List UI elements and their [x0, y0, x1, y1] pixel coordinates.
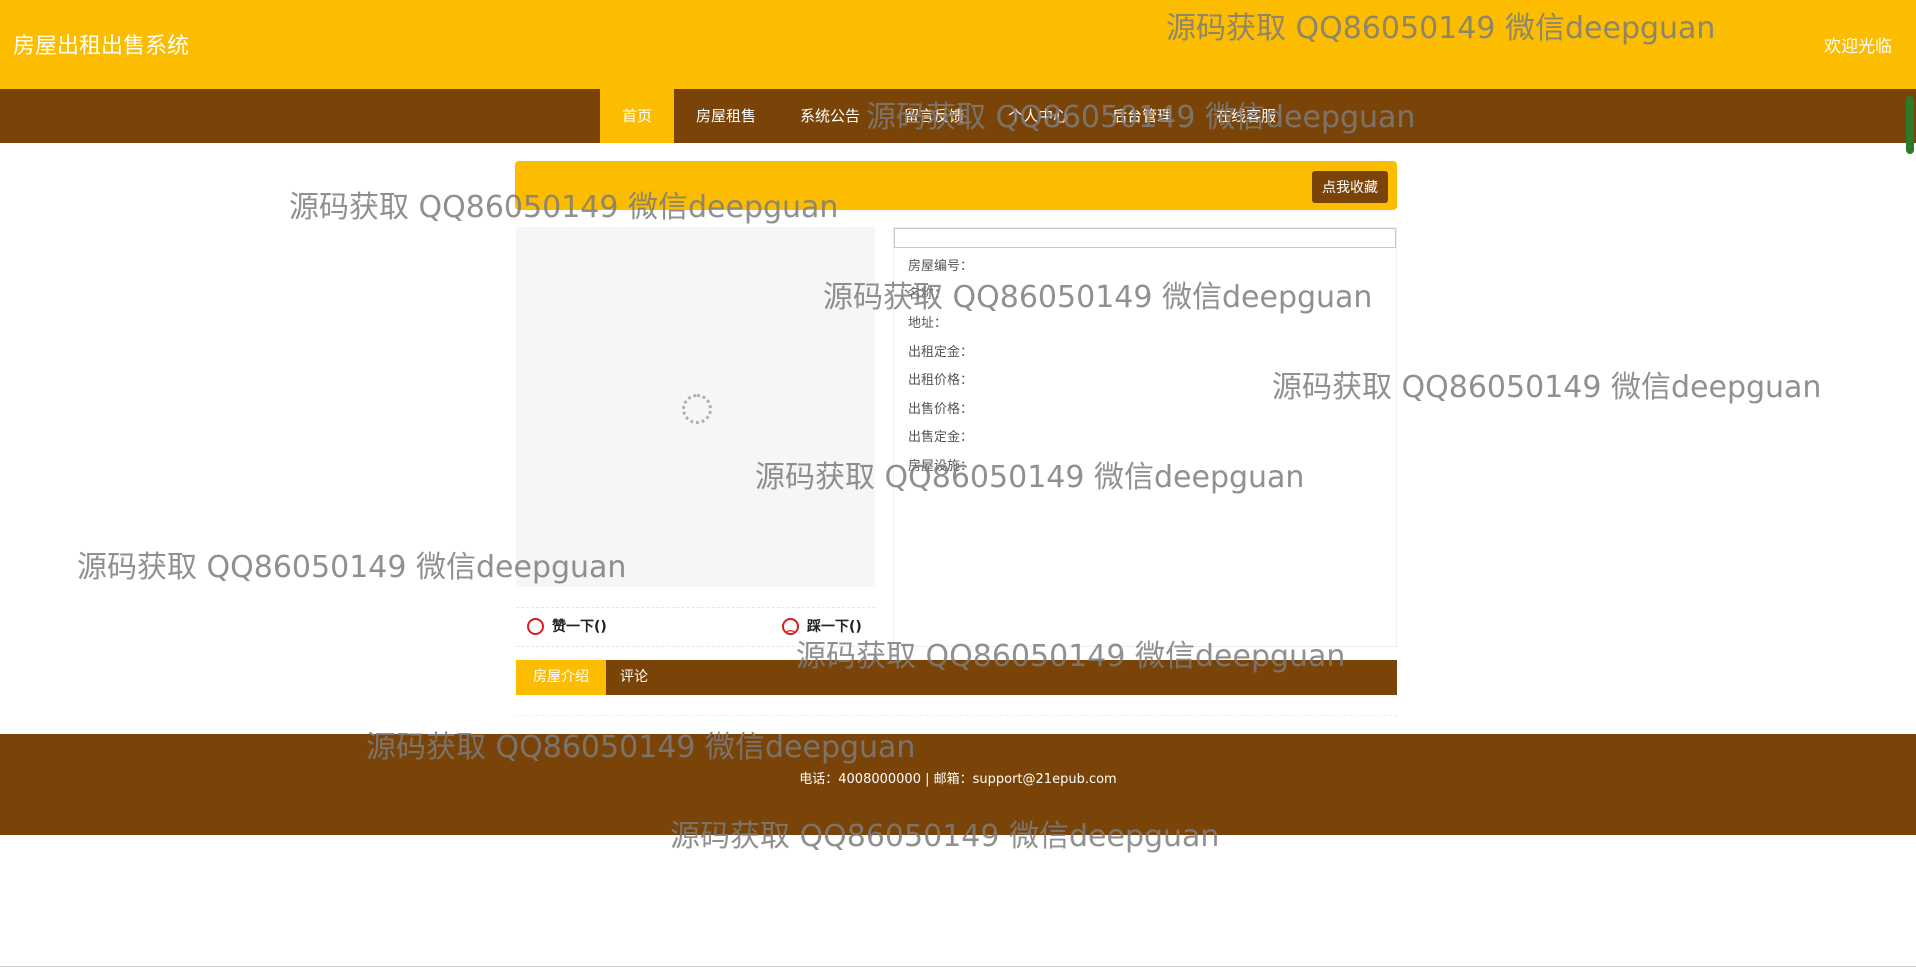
nav-item-user-center[interactable]: 个人中心: [986, 89, 1090, 143]
field-facilities: 房屋设施：: [908, 459, 974, 474]
footer: 电话：4008000000 | 邮箱：support@21epub.com: [0, 734, 1916, 835]
house-info-panel: 房屋编号： 名称： 地址： 出租定金： 出租价格： 出售价格： 出售定金： 房屋…: [893, 227, 1397, 647]
detail-header-bar: 点我收藏: [515, 161, 1397, 210]
info-title-box: [894, 228, 1396, 248]
field-sale-deposit: 出售定金：: [908, 430, 974, 445]
field-house-number: 房屋编号：: [908, 259, 974, 274]
dislike-label: 踩一下(): [807, 619, 862, 635]
nav-item-house-rental-sale[interactable]: 房屋租售: [674, 89, 778, 143]
field-sale-price: 出售价格：: [908, 402, 974, 417]
main-navbar: 首页 房屋租售 系统公告 留言反馈 个人中心 后台管理 在线客服: [0, 89, 1916, 143]
tab-house-intro[interactable]: 房屋介绍: [516, 660, 606, 695]
like-label: 赞一下(): [552, 619, 607, 635]
welcome-text: 欢迎光临: [1824, 37, 1892, 57]
frown-icon: ︵: [782, 617, 799, 635]
nav-item-online-service[interactable]: 在线客服: [1194, 89, 1298, 143]
smile-icon: ‿: [527, 617, 544, 635]
nav-menu: 首页 房屋租售 系统公告 留言反馈 个人中心 后台管理 在线客服: [600, 89, 1298, 143]
field-rent-deposit: 出租定金：: [908, 345, 974, 360]
field-address: 地址：: [908, 316, 948, 331]
nav-item-home[interactable]: 首页: [600, 89, 675, 143]
detail-tabs: 房屋介绍 评论: [516, 660, 1397, 695]
header-bar: 房屋出租出售系统 欢迎光临: [0, 0, 1916, 89]
nav-item-feedback[interactable]: 留言反馈: [882, 89, 986, 143]
tab-content-area: [516, 695, 1397, 716]
footer-contact: 电话：4008000000 | 邮箱：support@21epub.com: [799, 772, 1117, 787]
like-button[interactable]: ‿ 赞一下(): [527, 616, 607, 636]
nav-item-announcements[interactable]: 系统公告: [778, 89, 882, 143]
favorite-button[interactable]: 点我收藏: [1312, 171, 1388, 203]
vote-bar: ‿ 赞一下() ︵ 踩一下(): [516, 607, 875, 647]
divider: [0, 966, 1916, 967]
field-name: 名称：: [908, 287, 948, 302]
house-image-panel: [516, 227, 875, 587]
loading-spinner-icon: [682, 394, 712, 424]
site-title: 房屋出租出售系统: [13, 34, 190, 59]
field-rent-price: 出租价格：: [908, 373, 974, 388]
dislike-button[interactable]: ︵ 踩一下(): [782, 616, 862, 636]
tab-comments[interactable]: 评论: [603, 660, 665, 695]
scrollbar-thumb[interactable]: [1906, 96, 1914, 154]
nav-item-admin[interactable]: 后台管理: [1090, 89, 1194, 143]
